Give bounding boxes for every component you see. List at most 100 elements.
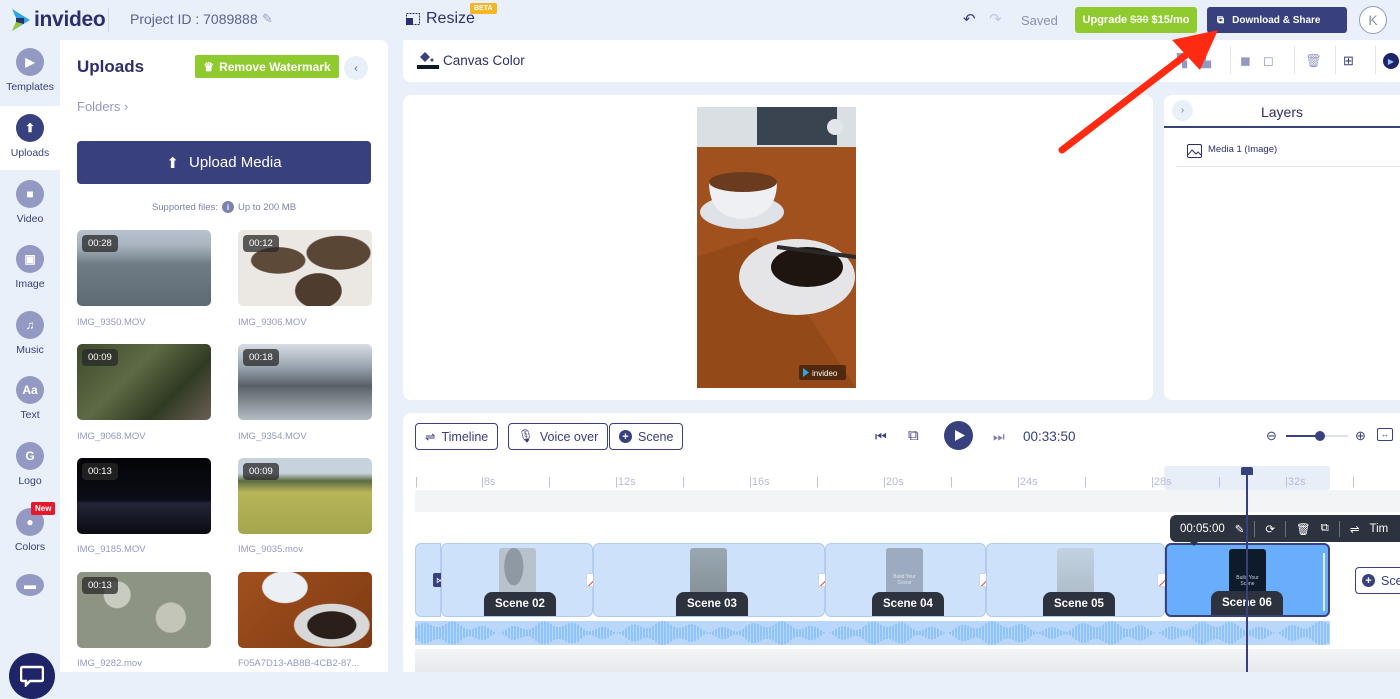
waveform-bar: [895, 624, 897, 642]
logo-icon: G: [16, 442, 44, 470]
upgrade-button[interactable]: Upgrade $30 $15/mo: [1075, 7, 1197, 33]
trim-handle[interactable]: [1323, 553, 1325, 611]
download-share-button[interactable]: ⧉ Download & Share: [1207, 7, 1347, 33]
zoom-slider-handle[interactable]: [1315, 431, 1325, 441]
timeline-button[interactable]: ⇌Timeline: [415, 423, 498, 450]
nav-folder[interactable]: ▬: [0, 566, 60, 596]
waveform-bar: [658, 622, 660, 644]
lock-icon[interactable]: ▙: [1201, 53, 1211, 69]
nav-label: Text: [20, 409, 39, 421]
media-thumb[interactable]: 00:28: [77, 230, 211, 306]
zoom-in-icon[interactable]: ⊕: [1355, 428, 1366, 444]
skip-back-icon[interactable]: ⏮: [875, 429, 887, 445]
waveform-bar: [1213, 627, 1215, 640]
playhead-handle[interactable]: [1241, 467, 1253, 475]
audio-waveform-track[interactable]: [415, 621, 1330, 645]
waveform-bar: [484, 626, 486, 639]
playhead[interactable]: [1246, 467, 1248, 672]
preview-play-icon[interactable]: ▶: [1383, 53, 1399, 69]
scene-clip[interactable]: Scene 03: [593, 543, 825, 617]
remove-watermark-button[interactable]: ♛Remove Watermark: [195, 55, 339, 78]
add-scene-inline-button[interactable]: +Sce: [1355, 567, 1400, 594]
nav-uploads[interactable]: ⬆Uploads: [0, 106, 60, 170]
scene-clip[interactable]: Build Your Scene Scene 04: [825, 543, 986, 617]
waveform-bar: [970, 627, 972, 638]
nav-text[interactable]: AaText: [0, 368, 60, 432]
nav-label: Templates: [6, 81, 54, 93]
nav-music[interactable]: ♫Music: [0, 303, 60, 367]
waveform-bar: [1078, 624, 1080, 642]
zoom-slider[interactable]: [1286, 435, 1348, 437]
waveform-bar: [700, 629, 702, 637]
resize-button[interactable]: Resize: [406, 10, 475, 28]
trash-icon[interactable]: 🗑: [1305, 53, 1322, 69]
timeline-button-label: Timeline: [441, 430, 488, 444]
invideo-logo[interactable]: invideo: [10, 8, 105, 32]
collapse-panel-button[interactable]: ‹: [344, 56, 368, 80]
edit-duration-icon[interactable]: ✎: [1235, 522, 1245, 536]
nav-templates[interactable]: ▶Templates: [0, 40, 60, 104]
media-thumb[interactable]: 00:09: [77, 344, 211, 420]
waveform-bar: [904, 623, 906, 642]
waveform-bar: [1285, 627, 1287, 638]
duplicate-scene-icon[interactable]: ⧉: [1321, 522, 1329, 535]
redo-icon[interactable]: ↷: [989, 10, 1002, 28]
waveform-bar: [748, 624, 750, 641]
scene-timing-label[interactable]: Tim: [1370, 523, 1389, 535]
upload-media-button[interactable]: ⬆Upload Media: [77, 141, 371, 184]
chat-button[interactable]: [9, 653, 55, 699]
grid-icon[interactable]: ⊞: [1343, 53, 1354, 69]
waveform-bar: [568, 623, 570, 643]
media-thumb[interactable]: 00:09: [238, 458, 372, 534]
waveform-bar: [919, 631, 921, 635]
waveform-bar: [1261, 627, 1263, 640]
waveform-bar: [1141, 626, 1143, 641]
folders-link[interactable]: Folders ›: [77, 99, 128, 114]
waveform-bar: [580, 627, 582, 639]
info-icon[interactable]: i: [222, 201, 234, 213]
layer-order-icon[interactable]: ▚: [1177, 53, 1187, 69]
nav-logo[interactable]: GLogo: [0, 434, 60, 498]
skip-forward-icon[interactable]: ⏭: [993, 429, 1005, 445]
upgrade-label: Upgrade: [1083, 14, 1128, 26]
waveform-bar: [553, 626, 555, 640]
voiceover-button[interactable]: 🎙Voice over: [508, 423, 608, 450]
zoom-out-icon[interactable]: ⊖: [1266, 428, 1277, 444]
scene-clip[interactable]: Scene 02: [441, 543, 593, 617]
nav-video[interactable]: ■Video: [0, 172, 60, 236]
media-thumb[interactable]: 00:13: [77, 458, 211, 534]
bring-forward-icon[interactable]: ◼: [1240, 53, 1251, 69]
sliders-icon[interactable]: ⇌: [1350, 522, 1360, 536]
send-backward-icon[interactable]: ◻: [1263, 53, 1274, 69]
scene-clip[interactable]: Scene 05: [986, 543, 1165, 617]
divider: [1335, 46, 1336, 74]
play-button[interactable]: [944, 421, 973, 450]
undo-icon[interactable]: ↶: [963, 10, 976, 28]
edit-project-icon[interactable]: ✎: [262, 11, 273, 27]
waveform-bar: [670, 625, 672, 642]
fit-timeline-button[interactable]: ↔: [1377, 428, 1393, 441]
waveform-bar: [550, 624, 552, 641]
media-thumb[interactable]: [238, 572, 372, 648]
media-thumb[interactable]: 00:13: [77, 572, 211, 648]
media-thumb[interactable]: 00:18: [238, 344, 372, 420]
waveform-bar: [556, 627, 558, 639]
user-avatar[interactable]: K: [1359, 6, 1387, 34]
canvas-preview-image[interactable]: invideo: [697, 107, 856, 388]
timing-icon[interactable]: ⟳: [1265, 522, 1275, 536]
media-thumb[interactable]: 00:12: [238, 230, 372, 306]
waveform-bar: [1015, 625, 1017, 641]
waveform-bar: [1075, 626, 1077, 640]
preview-scene-icon[interactable]: ⧉: [908, 427, 919, 444]
canvas-color-button[interactable]: Canvas Color: [417, 50, 525, 70]
waveform-bar: [982, 626, 984, 641]
layer-item[interactable]: Media 1 (Image): [1176, 139, 1400, 167]
nav-image[interactable]: ▣Image: [0, 237, 60, 301]
waveform-bar: [1003, 627, 1005, 639]
waveform-bar: [973, 628, 975, 637]
delete-scene-icon[interactable]: 🗑: [1296, 522, 1311, 536]
waveform-bar: [655, 624, 657, 642]
waveform-bar: [646, 628, 648, 637]
duration-badge: 00:09: [82, 349, 118, 366]
add-scene-button[interactable]: +Scene: [609, 423, 683, 450]
